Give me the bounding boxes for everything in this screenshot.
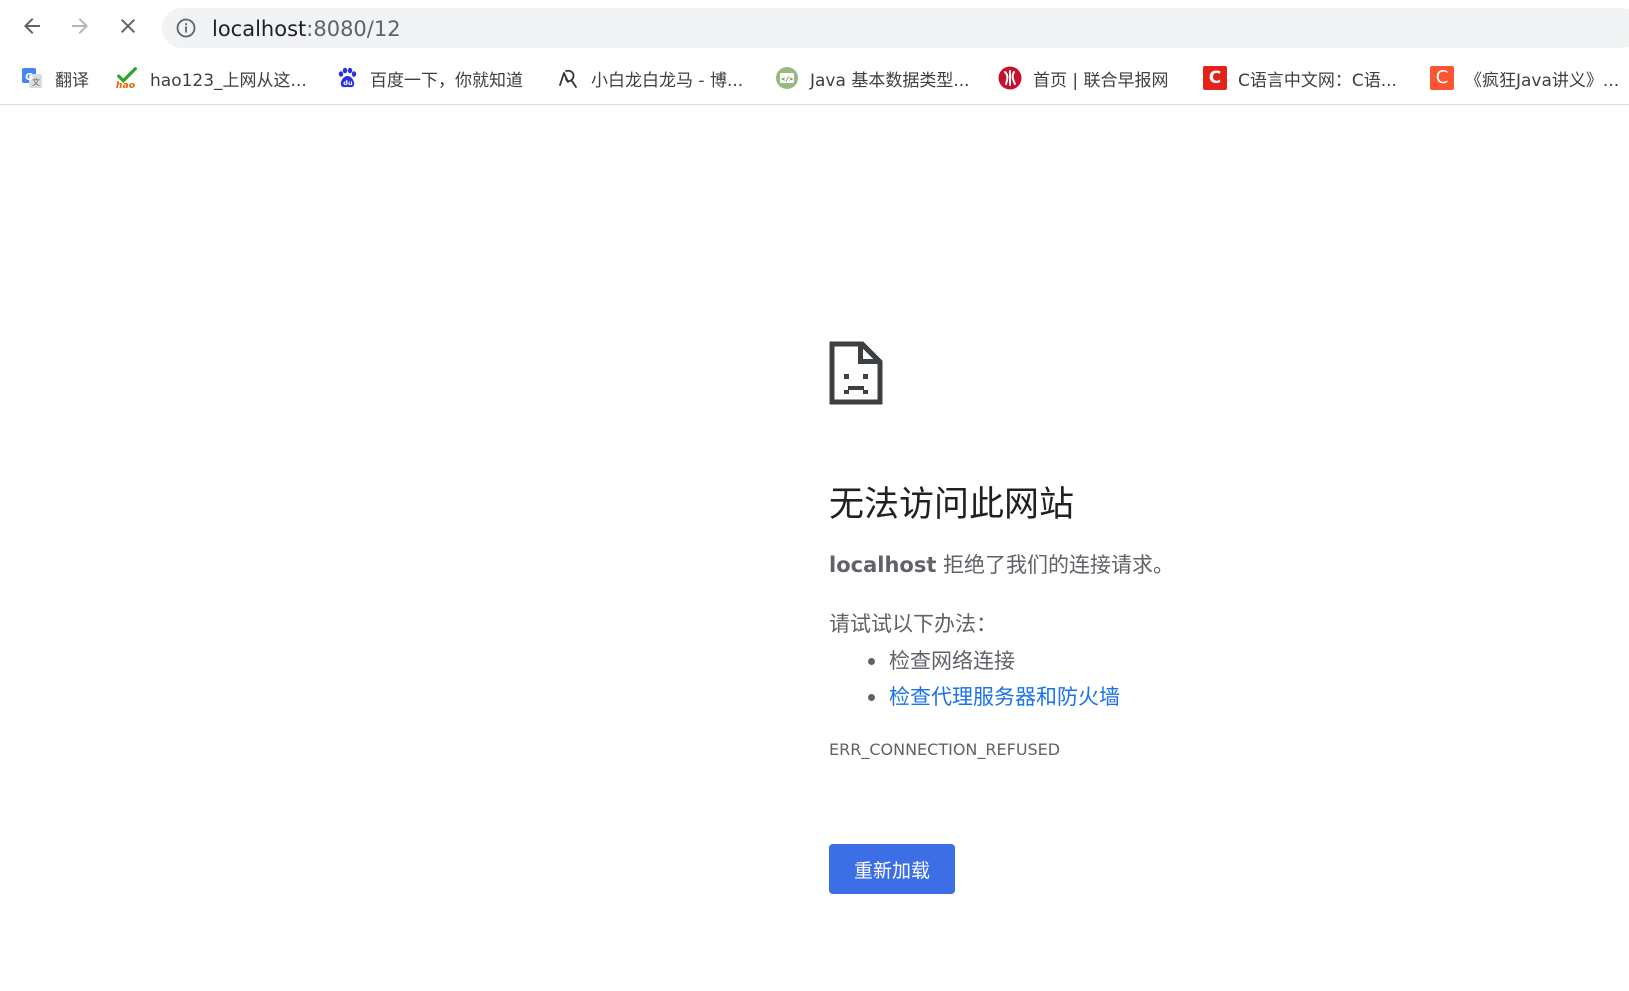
suggestion-check-network: 检查网络连接 xyxy=(829,643,1120,679)
svg-text:文: 文 xyxy=(32,77,40,87)
suggestion-check-proxy-link[interactable]: 检查代理服务器和防火墙 xyxy=(829,679,1120,715)
url-host: localhost xyxy=(212,17,307,41)
address-bar[interactable]: localhost:8080/12 xyxy=(162,8,1629,48)
reload-button[interactable]: 重新加载 xyxy=(829,844,955,894)
bookmark-label: C语言中文网：C语... xyxy=(1238,70,1397,91)
back-button[interactable] xyxy=(14,8,50,44)
close-icon xyxy=(121,19,135,33)
bookmark-label: 《疯狂Java讲义》... xyxy=(1465,70,1620,91)
bookmark-label: 小白龙白龙马 - 博... xyxy=(591,70,744,91)
google-translate-icon: G 文 xyxy=(20,66,44,90)
error-code: ERR_CONNECTION_REFUSED xyxy=(829,740,1061,759)
browser-toolbar: localhost:8080/12 xyxy=(0,0,1629,52)
forward-button[interactable] xyxy=(62,8,98,44)
arrow-left-icon xyxy=(24,18,40,34)
bookmark-baidu[interactable]: du 百度一下，你就知道 xyxy=(335,62,523,94)
error-message: 拒绝了我们的连接请求。 xyxy=(936,553,1175,577)
svg-text:</>: </> xyxy=(781,75,793,83)
bookmark-java[interactable]: </> Java 基本数据类型... xyxy=(775,62,970,94)
svg-text:hao: hao xyxy=(116,80,135,90)
bookmark-blog[interactable]: 小白龙白龙马 - 博... xyxy=(556,62,743,94)
c-letter: C xyxy=(1430,66,1454,90)
baidu-paw-icon: du xyxy=(335,66,359,90)
error-host: localhost xyxy=(829,553,937,577)
sad-document-icon xyxy=(828,340,884,406)
bookmark-hao123[interactable]: hao hao123_上网从这... xyxy=(115,62,307,94)
bookmark-c-language[interactable]: C C语言中文网：C语... xyxy=(1203,62,1397,94)
bookmarks-bar: G 文 翻译 hao hao123_上网从这... du 百度一下，你就知道 小… xyxy=(0,52,1629,105)
url-text[interactable]: localhost:8080/12 xyxy=(212,17,401,41)
bookmark-label: 百度一下，你就知道 xyxy=(370,70,523,91)
svg-text:du: du xyxy=(343,79,353,87)
error-title: 无法访问此网站 xyxy=(829,485,1075,525)
csdn-icon: C xyxy=(1430,66,1454,90)
hao123-icon: hao xyxy=(115,66,139,90)
url-path: :8080/12 xyxy=(306,17,401,41)
c-letter: C xyxy=(1203,66,1227,90)
bookmark-crazy-java[interactable]: C 《疯狂Java讲义》... xyxy=(1430,62,1619,94)
runoob-icon: </> xyxy=(775,66,799,90)
zaobao-icon xyxy=(998,66,1022,90)
c-biancheng-icon: C xyxy=(1203,66,1227,90)
suggestions-title: 请试试以下办法： xyxy=(829,612,997,636)
bookmark-label: 首页 | 联合早报网 xyxy=(1033,70,1169,91)
info-icon[interactable] xyxy=(176,18,196,38)
bookmark-label: hao123_上网从这... xyxy=(150,70,307,91)
stop-loading-button[interactable] xyxy=(110,8,146,44)
bookmark-translate[interactable]: G 文 翻译 xyxy=(20,62,89,94)
bookmark-zaobao[interactable]: 首页 | 联合早报网 xyxy=(998,62,1169,94)
arrow-right-icon xyxy=(72,18,88,34)
bookmark-label: 翻译 xyxy=(55,70,89,91)
suggestions-list: 检查网络连接 检查代理服务器和防火墙 xyxy=(829,643,1120,715)
error-description: localhost 拒绝了我们的连接请求。 xyxy=(829,549,1174,579)
blog-icon xyxy=(556,66,580,90)
bookmark-label: Java 基本数据类型... xyxy=(810,70,970,91)
